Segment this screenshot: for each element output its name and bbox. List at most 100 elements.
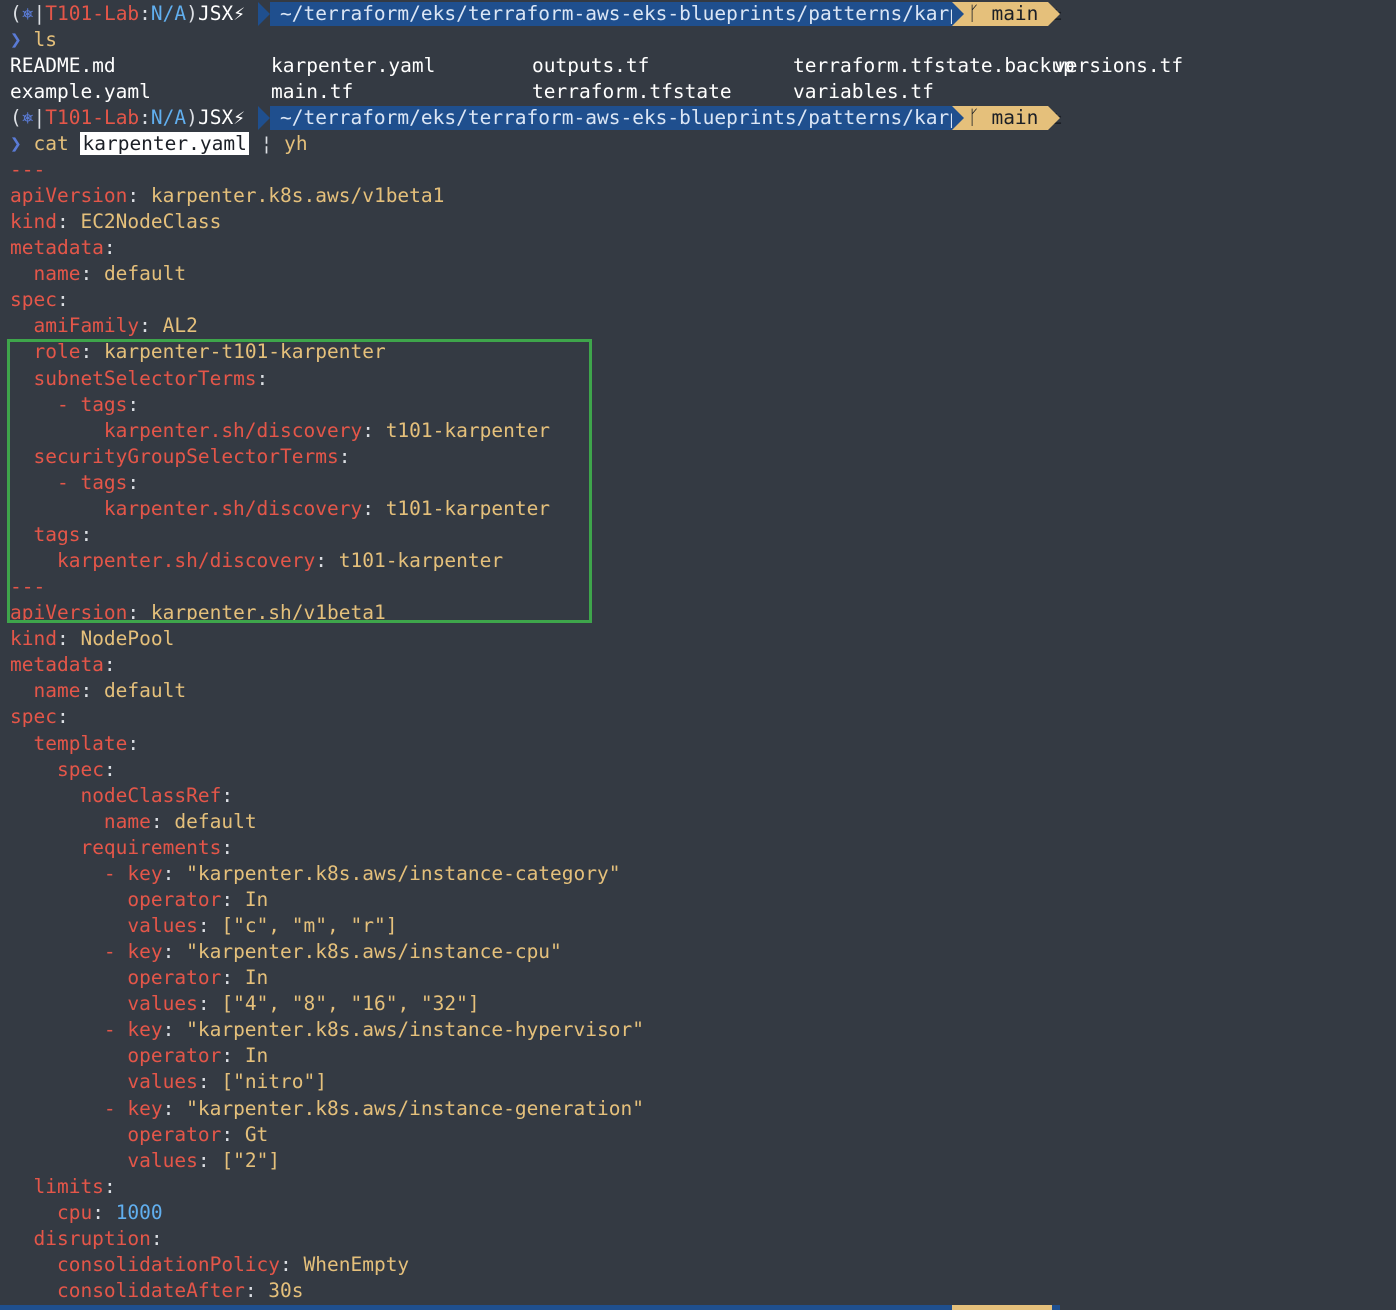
ls-file-item: versions.tf: [1054, 54, 1184, 77]
next-prompt-git-bar: [952, 1305, 1052, 1310]
prompt-path: ~/terraform/eks/terraform-aws-eks-bluepr…: [280, 2, 1020, 25]
command-cat: cat: [33, 132, 69, 155]
yaml-indent: [10, 679, 33, 702]
yaml-value: default: [103, 262, 187, 285]
yaml-separator: :: [197, 1070, 222, 1093]
yaml-separator: :: [221, 784, 234, 807]
yaml-indent: [10, 1097, 104, 1120]
yaml-line: name: default: [10, 809, 257, 835]
kube-context: (⎈|T101-Lab:N/A): [10, 2, 198, 25]
yaml-key: requirements: [80, 836, 222, 859]
yaml-line: nodeClassRef:: [10, 783, 233, 809]
yaml-key: spec: [10, 288, 57, 311]
yaml-separator: :: [150, 810, 175, 833]
prompt-path-segment: ~/terraform/eks/terraform-aws-eks-bluepr…: [258, 106, 1020, 130]
yaml-key: ---: [10, 158, 46, 181]
prompt-git-segment: ᚴ main ±: [952, 2, 1062, 26]
yaml-line: spec:: [10, 287, 69, 313]
yaml-indent: [10, 1018, 104, 1041]
yaml-indent: [10, 1253, 57, 1276]
ls-file-item: variables.tf: [793, 80, 934, 103]
yaml-line: values: ["4", "8", "16", "32"]: [10, 991, 480, 1017]
yaml-separator: :: [162, 862, 187, 885]
yaml-separator: :: [221, 1123, 245, 1146]
kube-context: (⎈|T101-Lab:N/A): [10, 106, 198, 129]
prompt-path-segment: ~/terraform/eks/terraform-aws-eks-bluepr…: [258, 2, 1020, 26]
yaml-line: operator: In: [10, 1043, 268, 1069]
yaml-line: name: default: [10, 261, 186, 287]
shell-prompt-1: (⎈|T101-Lab:N/A) JSX⚡ ~/terraform/eks/te…: [0, 1, 1396, 27]
ls-file-item: terraform.tfstate: [532, 80, 732, 103]
yaml-value: 1000: [115, 1201, 163, 1224]
yaml-key: - key: [103, 1018, 163, 1041]
yaml-key: consolidateAfter: [56, 1279, 245, 1302]
yaml-line: spec:: [10, 704, 69, 730]
yaml-line: operator: In: [10, 887, 268, 913]
yaml-indent: [10, 966, 127, 989]
shell-prompt-2: (⎈|T101-Lab:N/A) JSX⚡ ~/terraform/eks/te…: [0, 105, 1396, 131]
prompt-user: JSX⚡: [198, 2, 245, 25]
yaml-separator: :: [103, 1175, 116, 1198]
command-line-1: ❯ ls: [10, 27, 57, 53]
yaml-value: Gt: [244, 1123, 269, 1146]
yaml-indent: [10, 940, 104, 963]
ls-file-item: README.md: [10, 54, 116, 77]
prompt-user: JSX⚡: [198, 106, 245, 129]
yaml-line: apiVersion: karpenter.k8s.aws/v1beta1: [10, 183, 444, 209]
yaml-separator: :: [103, 758, 116, 781]
yaml-key: operator: [127, 888, 222, 911]
yaml-value: default: [103, 679, 187, 702]
yaml-key: - key: [103, 1097, 163, 1120]
yaml-value: NodePool: [80, 627, 175, 650]
command-line-2: ❯ cat karpenter.yaml ¦ yh: [10, 131, 308, 157]
yaml-key: nodeClassRef: [80, 784, 222, 807]
yaml-separator: :: [56, 288, 69, 311]
yaml-separator: :: [162, 1018, 187, 1041]
yaml-separator: :: [221, 966, 245, 989]
kubernetes-icon: ⎈: [21, 2, 34, 25]
yaml-line: disruption:: [10, 1226, 162, 1252]
yaml-key: values: [127, 914, 198, 937]
yaml-line: kind: NodePool: [10, 626, 174, 652]
yaml-indent: [10, 732, 33, 755]
yaml-line: values: ["nitro"]: [10, 1069, 327, 1095]
yaml-separator: :: [92, 1201, 116, 1224]
yaml-key: apiVersion: [10, 184, 128, 207]
yaml-key: values: [127, 1149, 198, 1172]
yaml-key: - key: [103, 862, 163, 885]
yaml-separator: :: [221, 888, 245, 911]
yaml-separator: :: [280, 1253, 304, 1276]
yaml-value: "karpenter.k8s.aws/instance-generation": [186, 1097, 644, 1120]
yaml-separator: :: [56, 627, 81, 650]
git-branch: main ±: [991, 106, 1062, 129]
yaml-line: template:: [10, 731, 139, 757]
yaml-line: consolidationPolicy: WhenEmpty: [10, 1252, 409, 1278]
yaml-key: kind: [10, 210, 57, 233]
yaml-line: ---: [10, 157, 45, 183]
yaml-indent: [10, 758, 57, 781]
yaml-indent: [10, 1227, 33, 1250]
prompt-arrow-icon: ❯: [10, 28, 22, 51]
yaml-key: metadata: [10, 236, 104, 259]
yaml-line: cpu: 1000: [10, 1200, 163, 1226]
yaml-key: kind: [10, 627, 57, 650]
yaml-indent: [10, 914, 127, 937]
yaml-key: operator: [127, 1044, 222, 1067]
yaml-key: spec: [10, 705, 57, 728]
yaml-separator: :: [162, 1097, 187, 1120]
yaml-indent: [10, 1175, 33, 1198]
yaml-line: values: ["c", "m", "r"]: [10, 913, 397, 939]
yaml-key: consolidationPolicy: [56, 1253, 281, 1276]
yaml-separator: :: [244, 1279, 269, 1302]
yaml-line: name: default: [10, 678, 186, 704]
yaml-separator: :: [127, 732, 140, 755]
yaml-indent: [10, 1070, 127, 1093]
yaml-key: name: [33, 262, 81, 285]
yaml-value: WhenEmpty: [303, 1253, 410, 1276]
prompt-arrow-icon: ❯: [10, 132, 22, 155]
yaml-value: 30s: [268, 1279, 304, 1302]
git-branch: main ±: [991, 2, 1062, 25]
yaml-separator: :: [221, 836, 234, 859]
yaml-value: ["4", "8", "16", "32"]: [221, 992, 480, 1015]
yaml-separator: :: [139, 314, 163, 337]
